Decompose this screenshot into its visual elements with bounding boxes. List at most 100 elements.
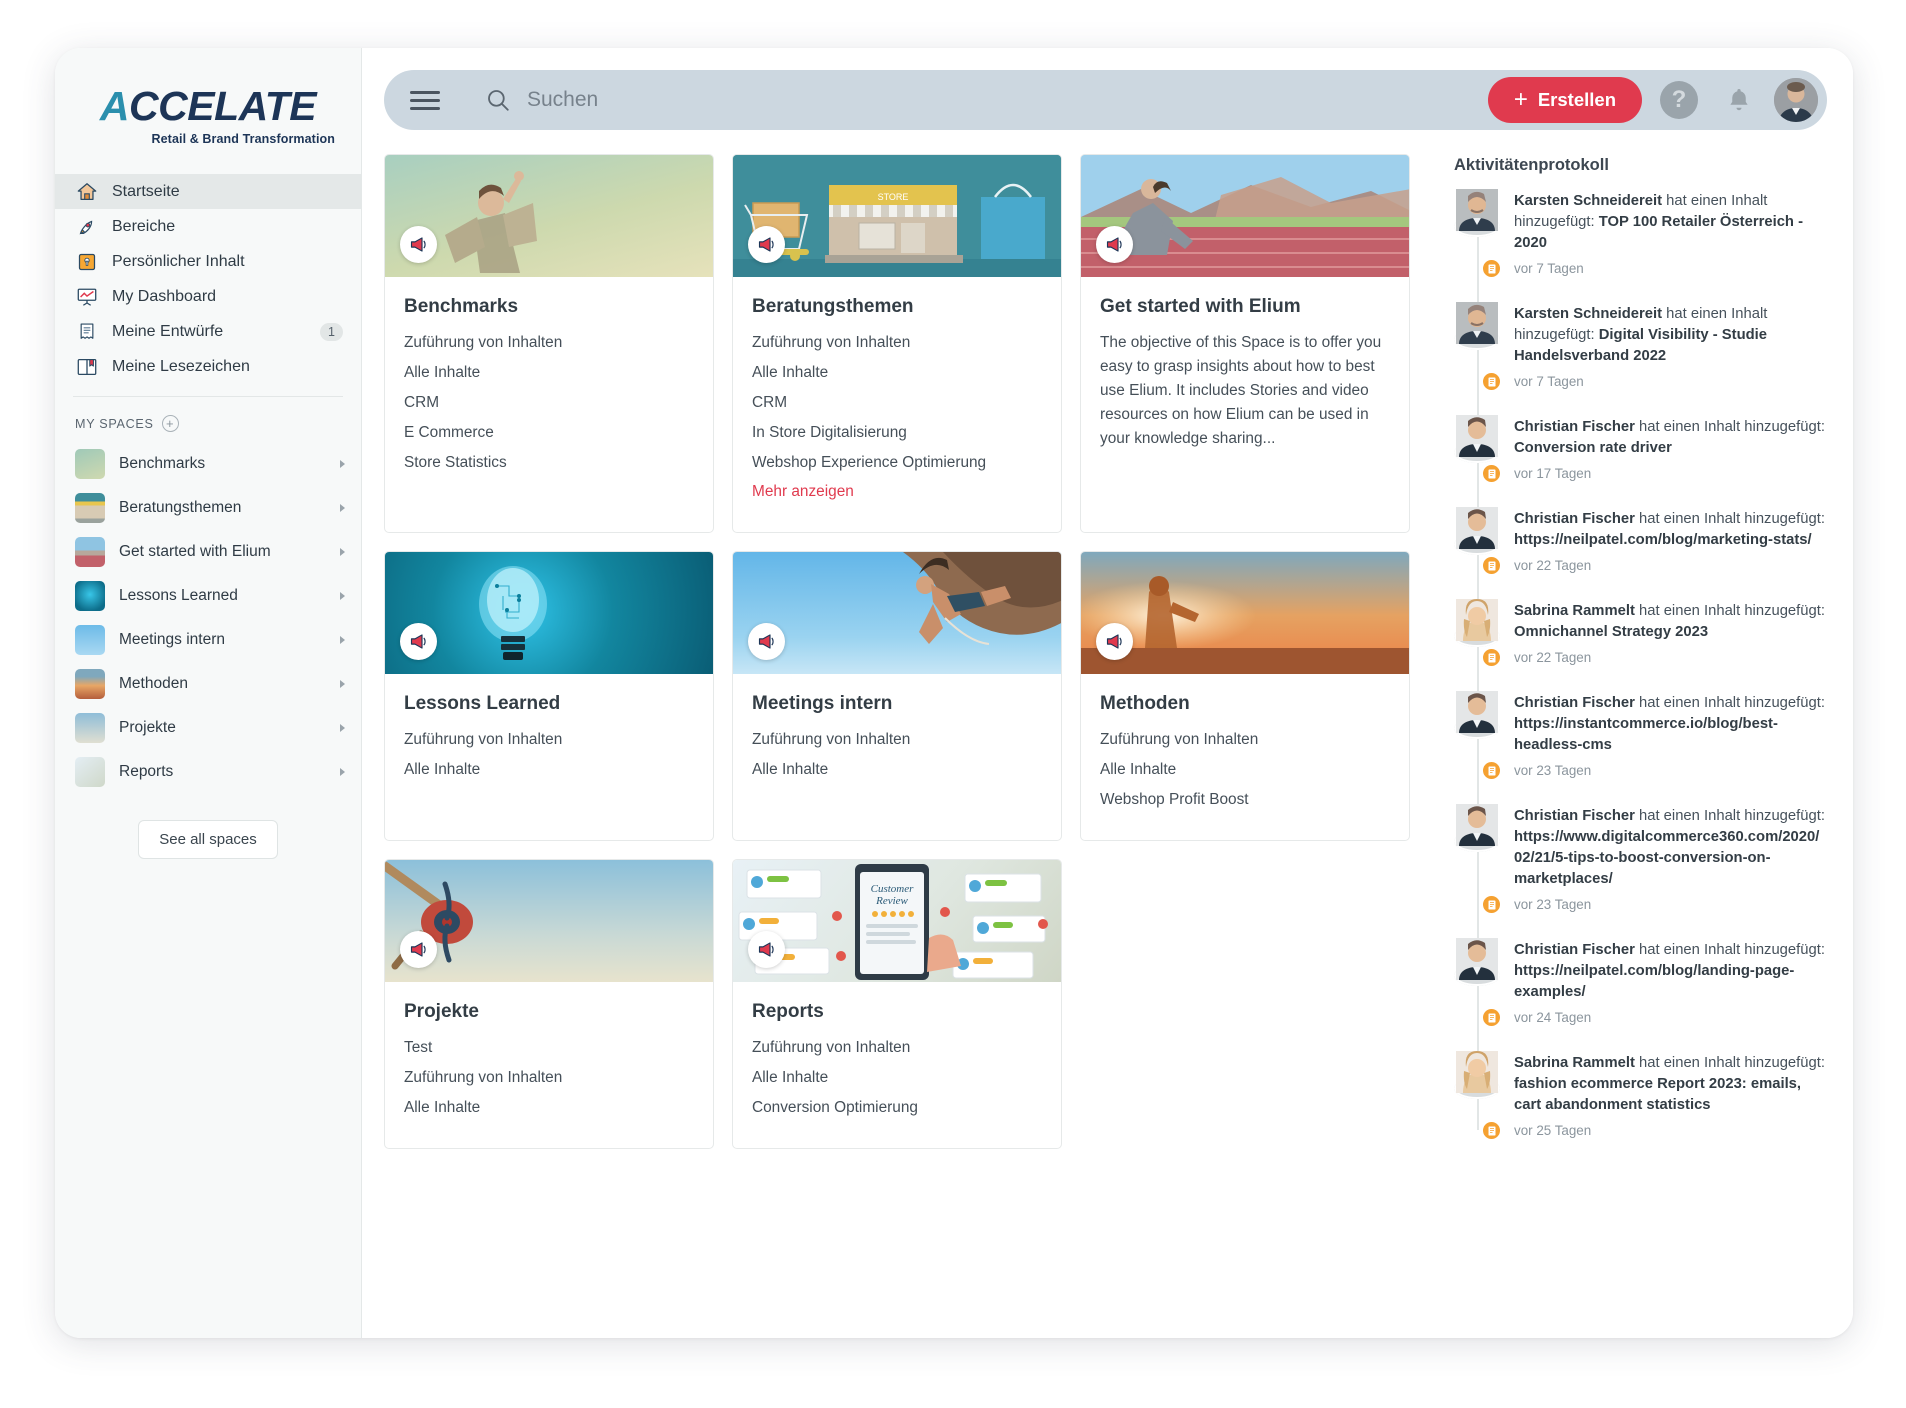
- card-line[interactable]: Zuführung von Inhalten: [404, 728, 694, 752]
- card-line[interactable]: Alle Inhalte: [752, 1066, 1042, 1090]
- card-line[interactable]: Test: [404, 1036, 694, 1060]
- chevron-right-icon[interactable]: [340, 460, 345, 468]
- activity-subject[interactable]: https://neilpatel.com/blog/marketing-sta…: [1514, 532, 1812, 548]
- activity-item[interactable]: Karsten Schneidereit hat einen Inhalt hi…: [1454, 302, 1827, 393]
- activity-subject[interactable]: https://instantcommerce.io/blog/best-hea…: [1514, 716, 1778, 753]
- sidebar-item-my-dashboard[interactable]: My Dashboard: [55, 279, 361, 314]
- activity-item[interactable]: Christian Fischer hat einen Inhalt hinzu…: [1454, 691, 1827, 782]
- create-button[interactable]: + Erstellen: [1487, 77, 1642, 123]
- avatar: [1454, 189, 1500, 237]
- brand-logo[interactable]: ACCELATE Retail & Brand Transformation: [55, 58, 361, 172]
- see-all-spaces-button[interactable]: See all spaces: [138, 820, 278, 859]
- activity-item[interactable]: Christian Fischer hat einen Inhalt hinzu…: [1454, 415, 1827, 485]
- card-line[interactable]: Webshop Experience Optimierung: [752, 451, 1042, 475]
- hamburger-menu-icon[interactable]: [410, 90, 440, 110]
- card-line[interactable]: Alle Inhalte: [752, 361, 1042, 385]
- sidebar-space-benchmarks[interactable]: Benchmarks: [55, 442, 361, 486]
- activity-subject[interactable]: Conversion rate driver: [1514, 440, 1672, 456]
- bell-icon: [1730, 89, 1748, 111]
- space-card-reports[interactable]: Customer Review Reports Zuführung von In…: [732, 858, 1062, 1149]
- chevron-right-icon[interactable]: [340, 724, 345, 732]
- card-line[interactable]: Zuführung von Inhalten: [752, 331, 1042, 355]
- sidebar-item-meine-lesezeichen[interactable]: Meine Lesezeichen: [55, 349, 361, 384]
- chevron-right-icon[interactable]: [340, 768, 345, 776]
- help-button[interactable]: ?: [1656, 77, 1702, 123]
- sidebar-item-persoenlicher-inhalt[interactable]: Persönlicher Inhalt: [55, 244, 361, 279]
- card-line[interactable]: Zuführung von Inhalten: [1100, 728, 1390, 752]
- activity-text: Christian Fischer hat einen Inhalt hinzu…: [1514, 691, 1827, 780]
- logo-tagline: Retail & Brand Transformation: [151, 132, 335, 146]
- chevron-right-icon[interactable]: [340, 680, 345, 688]
- sidebar-item-startseite[interactable]: Startseite: [55, 174, 361, 209]
- card-hero-image: STORE: [733, 155, 1061, 277]
- presentation-chart-icon: [75, 285, 99, 309]
- logo-lead-letter: A: [99, 83, 130, 129]
- sidebar-space-lessons-learned[interactable]: Lessons Learned: [55, 574, 361, 618]
- card-line[interactable]: CRM: [404, 391, 694, 415]
- sidebar-space-get-started-with-elium[interactable]: Get started with Elium: [55, 530, 361, 574]
- card-line[interactable]: CRM: [752, 391, 1042, 415]
- card-line[interactable]: Webshop Profit Boost: [1100, 788, 1390, 812]
- sidebar-item-bereiche[interactable]: Bereiche: [55, 209, 361, 244]
- card-line[interactable]: Zuführung von Inhalten: [752, 1036, 1042, 1060]
- space-card-lessons-learned[interactable]: Lessons Learned Zuführung von Inhalten A…: [384, 551, 714, 841]
- document-badge-icon: [1481, 1120, 1502, 1142]
- space-card-beratungsthemen[interactable]: STORE Beratungsthemen Zuführung von Inha…: [732, 154, 1062, 534]
- notifications-button[interactable]: [1716, 77, 1762, 123]
- activity-item[interactable]: Sabrina Rammelt hat einen Inhalt hinzuge…: [1454, 599, 1827, 669]
- document-badge-icon: [1481, 647, 1502, 669]
- card-hero-image: [385, 859, 713, 982]
- sidebar-item-label: Meine Lesezeichen: [112, 357, 250, 375]
- card-line[interactable]: Alle Inhalte: [404, 758, 694, 782]
- card-line[interactable]: Alle Inhalte: [404, 361, 694, 385]
- card-show-more-link[interactable]: Mehr anzeigen: [752, 480, 1042, 504]
- space-card-meetings-intern[interactable]: Meetings intern Zuführung von Inhalten A…: [732, 551, 1062, 841]
- activity-avatar-wrap: [1454, 189, 1502, 280]
- activity-subject[interactable]: fashion ecommerce Report 2023: emails, c…: [1514, 1076, 1801, 1113]
- space-card-get-started-with-elium[interactable]: Get started with Elium The objective of …: [1080, 154, 1410, 534]
- space-card-methoden[interactable]: Methoden Zuführung von Inhalten Alle Inh…: [1080, 551, 1410, 841]
- chevron-right-icon[interactable]: [340, 592, 345, 600]
- activity-item[interactable]: Sabrina Rammelt hat einen Inhalt hinzuge…: [1454, 1051, 1827, 1142]
- chevron-right-icon[interactable]: [340, 548, 345, 556]
- add-space-icon[interactable]: +: [161, 415, 179, 432]
- user-avatar[interactable]: [1774, 78, 1818, 122]
- card-line[interactable]: E Commerce: [404, 421, 694, 445]
- chevron-right-icon[interactable]: [340, 636, 345, 644]
- card-hero-image: [733, 552, 1061, 675]
- activity-subject[interactable]: Omnichannel Strategy 2023: [1514, 624, 1708, 640]
- sidebar-space-methoden[interactable]: Methoden: [55, 662, 361, 706]
- activity-item[interactable]: Christian Fischer hat einen Inhalt hinzu…: [1454, 938, 1827, 1029]
- sidebar-space-projekte[interactable]: Projekte: [55, 706, 361, 750]
- activity-subject[interactable]: https://www.digitalcommerce360.com/2020/…: [1514, 829, 1819, 887]
- sidebar-space-beratungsthemen[interactable]: Beratungsthemen: [55, 486, 361, 530]
- activity-text: Sabrina Rammelt hat einen Inhalt hinzuge…: [1514, 1051, 1827, 1140]
- card-line[interactable]: Zuführung von Inhalten: [752, 728, 1042, 752]
- card-line[interactable]: In Store Digitalisierung: [752, 421, 1042, 445]
- activity-item[interactable]: Christian Fischer hat einen Inhalt hinzu…: [1454, 507, 1827, 577]
- space-card-projekte[interactable]: Projekte Test Zuführung von Inhalten All…: [384, 858, 714, 1149]
- card-line[interactable]: Store Statistics: [404, 451, 694, 475]
- card-line[interactable]: Conversion Optimierung: [752, 1096, 1042, 1120]
- activity-time: vor 23 Tagen: [1514, 897, 1592, 913]
- activity-item[interactable]: Christian Fischer hat einen Inhalt hinzu…: [1454, 804, 1827, 916]
- space-card-benchmarks[interactable]: Benchmarks Zuführung von Inhalten Alle I…: [384, 154, 714, 534]
- chevron-right-icon[interactable]: [340, 504, 345, 512]
- card-line[interactable]: Alle Inhalte: [404, 1096, 694, 1120]
- card-line[interactable]: Alle Inhalte: [752, 758, 1042, 782]
- activity-action: hat einen Inhalt hinzugefügt:: [1639, 942, 1825, 959]
- activity-item[interactable]: Karsten Schneidereit hat einen Inhalt hi…: [1454, 189, 1827, 280]
- search-input[interactable]: [527, 88, 1488, 112]
- card-line[interactable]: Zuführung von Inhalten: [404, 331, 694, 355]
- spaces-header-label: MY SPACES: [75, 416, 154, 431]
- card-line[interactable]: Alle Inhalte: [1100, 758, 1390, 782]
- activity-avatar-wrap: [1454, 938, 1502, 1029]
- sidebar-item-meine-entwuerfe[interactable]: Meine Entwürfe 1: [55, 314, 361, 349]
- megaphone-badge-icon: [400, 623, 437, 661]
- see-all-spaces-wrap: See all spaces: [55, 794, 361, 859]
- card-line[interactable]: Zuführung von Inhalten: [404, 1066, 694, 1090]
- sidebar-space-meetings-intern[interactable]: Meetings intern: [55, 618, 361, 662]
- activity-text: Karsten Schneidereit hat einen Inhalt hi…: [1514, 302, 1827, 391]
- activity-subject[interactable]: https://neilpatel.com/blog/landing-page-…: [1514, 963, 1794, 1000]
- sidebar-space-reports[interactable]: Reports: [55, 750, 361, 794]
